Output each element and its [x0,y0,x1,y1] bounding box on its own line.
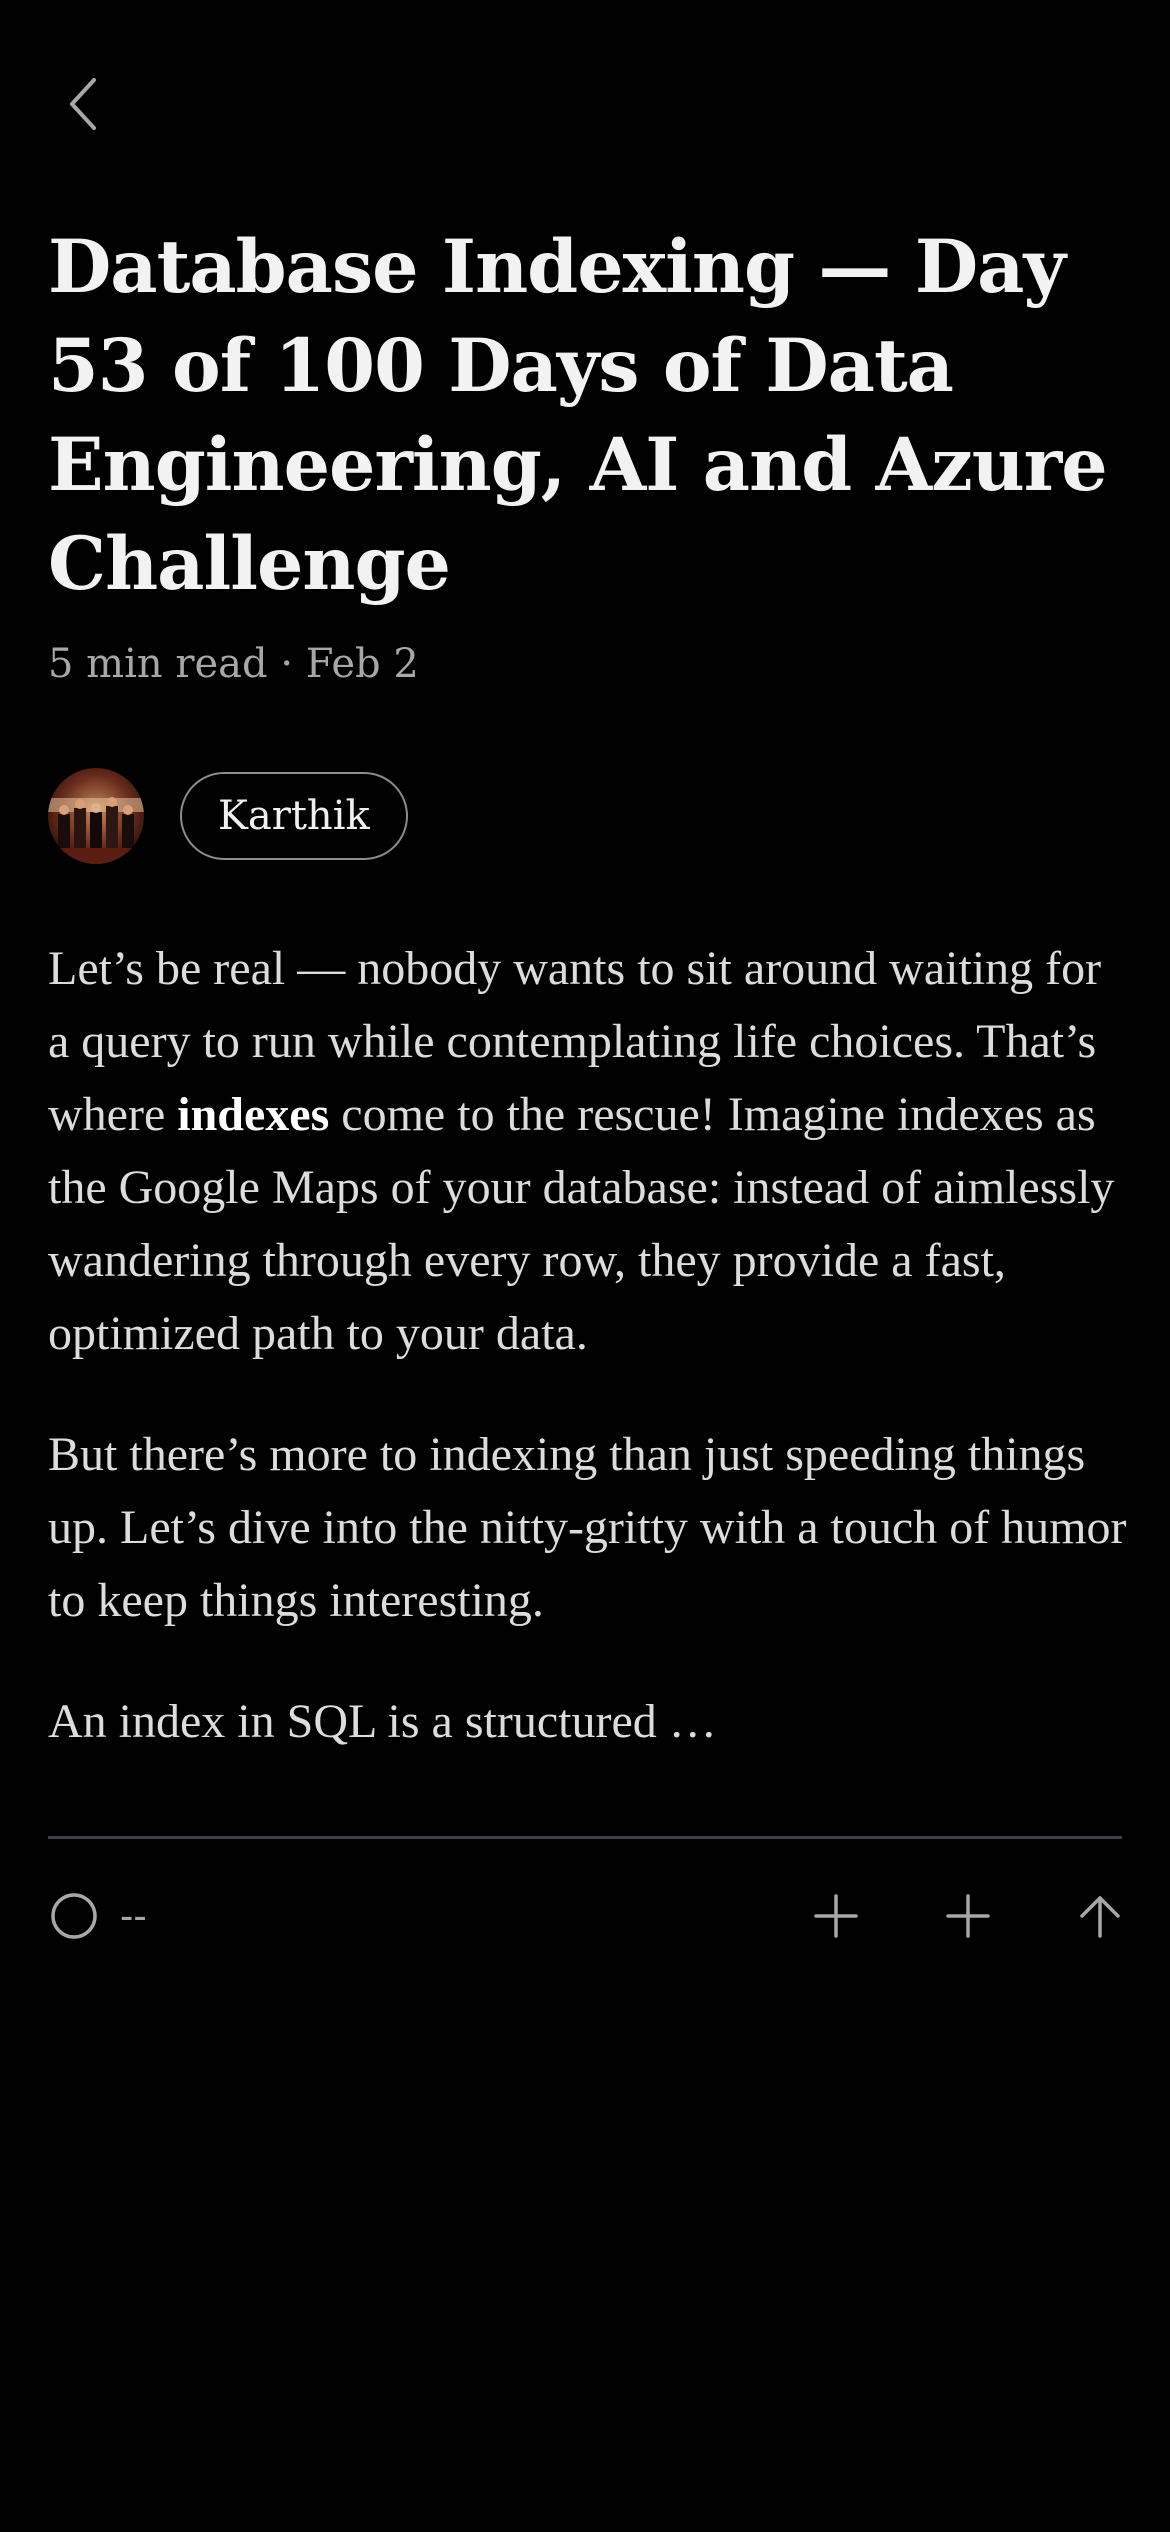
paragraph-truncated: An index in SQL is a structured … [48,1695,717,1748]
back-button[interactable] [52,72,116,136]
article-meta: 5 min read · Feb 2 [48,636,419,692]
article-body: Let’s be real — nobody wants to sit arou… [48,932,1128,1806]
clap-button[interactable]: -- [48,1880,147,1952]
read-time: 5 min read [48,641,268,687]
add-button-1[interactable] [800,1880,872,1952]
action-bar: -- [48,1880,1122,1952]
share-button[interactable] [1064,1880,1136,1952]
article-screen: Database Indexing — Day 53 of 100 Days o… [0,0,1170,2532]
author-name-button[interactable]: Karthik [180,772,408,860]
author-row: Karthik [48,768,408,864]
bold-keyword: indexes [177,1088,330,1141]
clap-count: -- [120,1893,147,1938]
back-icon [70,78,96,130]
publish-date: Feb 2 [305,641,419,687]
clap-icon [51,1893,97,1939]
avatar[interactable] [48,768,144,864]
paragraph: Let’s be real — nobody wants to sit arou… [48,932,1128,1370]
meta-separator: · [267,641,306,687]
plus-icon [946,1894,990,1938]
paragraph: But there’s more to indexing than just s… [48,1428,1127,1627]
divider [48,1836,1122,1839]
share-arrow-up-icon [1080,1896,1120,1938]
article-title: Database Indexing — Day 53 of 100 Days o… [48,224,1108,607]
add-button-2[interactable] [932,1880,1004,1952]
plus-icon [814,1894,858,1938]
avatar-image [48,768,144,864]
